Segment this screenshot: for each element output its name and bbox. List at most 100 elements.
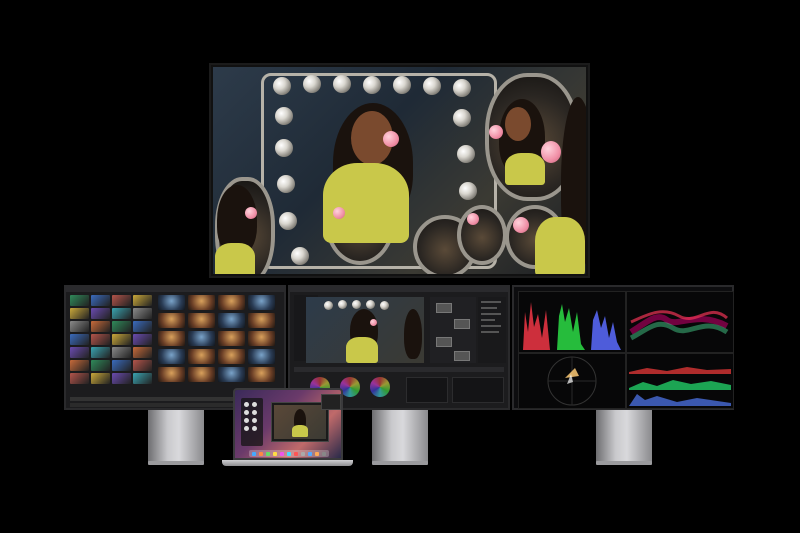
bulb [393,76,411,94]
laptop-mini-window [321,394,341,410]
gamma-wheel[interactable] [340,377,360,397]
clip-thumbnail[interactable] [91,334,110,345]
clip-thumbnail[interactable] [112,308,131,319]
histogram-trace [629,367,731,406]
clip-thumbnail[interactable] [91,347,110,358]
clip-thumbnail[interactable] [133,334,152,345]
clip-thumbnail-large[interactable] [248,331,275,346]
clip-thumbnail[interactable] [112,360,131,371]
bulb [457,145,475,163]
clip-thumbnail[interactable] [112,347,131,358]
clip-thumbnail[interactable] [91,321,110,332]
clip-thumbnail-large[interactable] [158,349,185,364]
clip-thumbnail-large[interactable] [158,331,185,346]
laptop-base [222,460,353,466]
clip-thumbnail-large[interactable] [248,349,275,364]
clip-thumbnail[interactable] [70,334,89,345]
bulb [275,139,293,157]
node-editor [430,297,476,363]
bulb [303,75,321,93]
bulb [333,75,351,93]
clip-thumbnail-large[interactable] [218,349,245,364]
center-stand-base [372,461,428,465]
gum-reflection [513,217,529,233]
clip-thumbnail[interactable] [70,347,89,358]
rgb-parade-trace [523,302,621,350]
bulb [275,107,293,125]
node[interactable] [436,303,452,313]
clip-thumbnail-large[interactable] [158,367,185,382]
right-monitor-stand [596,410,652,462]
bulb [279,212,297,230]
clip-thumbnail[interactable] [91,373,110,384]
clip-thumbnail-large[interactable] [218,367,245,382]
left-stand-base [148,461,204,465]
bulb [277,175,295,193]
reference-photo [213,67,586,274]
center-monitor-stand [372,410,428,462]
clip-thumbnail-large[interactable] [188,313,215,328]
curves-panel[interactable] [406,377,448,403]
gum-reflection [467,213,479,225]
waveform-scope [626,291,734,353]
waveform-trace [629,310,729,341]
clip-thumbnail[interactable] [133,308,152,319]
keyframes-panel[interactable] [452,377,504,403]
bulb [363,76,381,94]
right-monitor [512,285,734,410]
clip-thumbnail[interactable] [70,321,89,332]
node[interactable] [436,337,452,347]
inspector-panel [478,297,506,363]
clip-thumbnail-large[interactable] [158,295,185,310]
viewer [306,297,424,363]
clip-thumbnail[interactable] [112,295,131,306]
bulb [423,77,441,95]
right-stand-base [596,461,652,465]
clip-thumbnail[interactable] [91,308,110,319]
left-toolbar [66,287,284,292]
clip-thumbnail[interactable] [70,373,89,384]
left-monitor-stand [148,410,204,462]
clip-thumbnail[interactable] [112,321,131,332]
clip-thumbnail[interactable] [70,295,89,306]
clip-thumbnail-large[interactable] [188,331,215,346]
clip-thumbnail-large[interactable] [158,313,185,328]
vectorscope [518,353,626,409]
clip-thumbnail-large[interactable] [248,367,275,382]
gain-wheel[interactable] [370,377,390,397]
center-toolbar [290,287,508,292]
clip-thumbnail[interactable] [91,360,110,371]
laptop-screen [233,388,343,460]
clip-thumbnail[interactable] [133,360,152,371]
rgb-parade-scope [518,291,626,353]
clip-thumbnail[interactable] [133,347,152,358]
reference-display [209,63,590,278]
dock [249,450,329,457]
clip-thumbnail-large[interactable] [218,313,245,328]
clip-thumbnail[interactable] [133,295,152,306]
clip-thumbnail-large[interactable] [188,295,215,310]
clip-thumbnail-large[interactable] [218,331,245,346]
node[interactable] [454,319,470,329]
clip-thumbnail-large[interactable] [188,367,215,382]
bulb [459,182,477,200]
clip-thumbnail[interactable] [91,295,110,306]
clip-thumbnail[interactable] [133,321,152,332]
clip-thumbnail-large[interactable] [188,349,215,364]
vectorscope-trace [547,356,597,406]
clip-thumbnail-large[interactable] [248,313,275,328]
clip-thumbnail[interactable] [70,308,89,319]
bulb [291,247,309,265]
bulb [273,77,291,95]
clip-thumbnail[interactable] [112,334,131,345]
bulb [453,79,471,97]
round-mirror [457,205,507,265]
clip-thumbnail[interactable] [112,373,131,384]
clip-thumbnail-large[interactable] [248,295,275,310]
bulb [453,109,471,127]
node[interactable] [454,351,470,361]
clip-thumbnail[interactable] [70,360,89,371]
clip-thumbnail[interactable] [133,373,152,384]
clip-thumbnail-large[interactable] [218,295,245,310]
laptop-sidebar-panel [241,398,263,446]
